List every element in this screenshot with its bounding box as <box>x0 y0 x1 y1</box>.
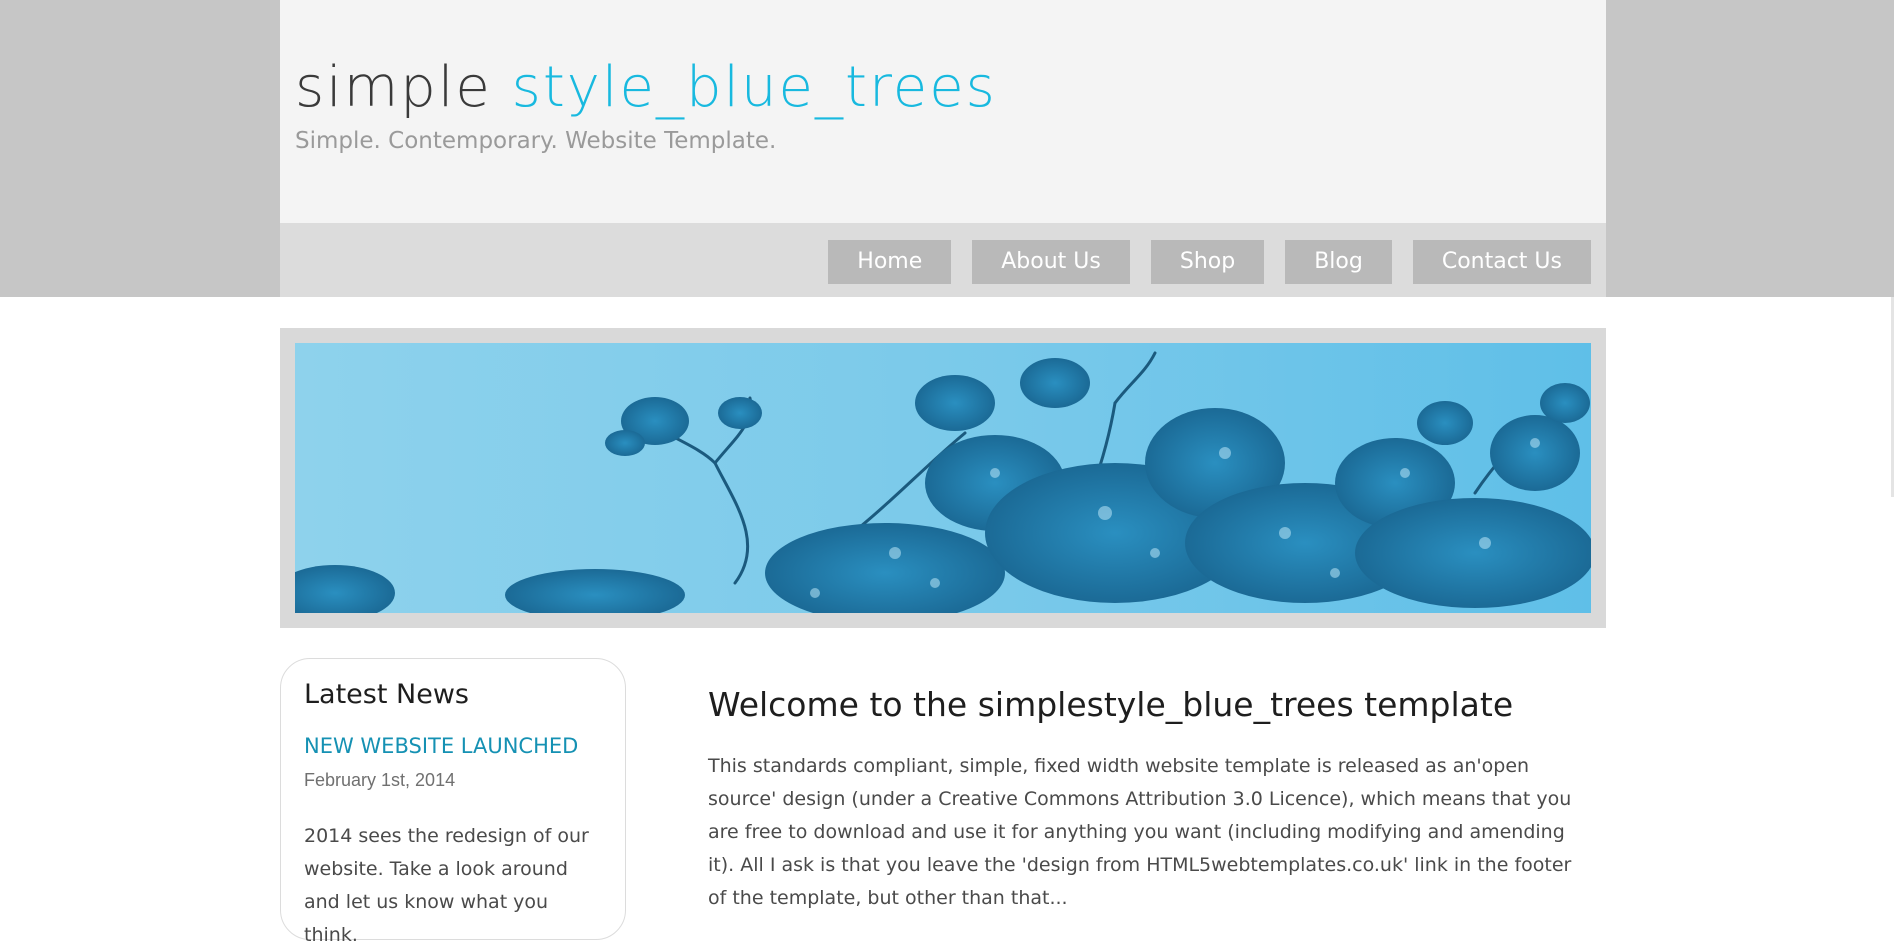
sidebar-heading: Latest News <box>304 679 469 710</box>
menu-item-about-us[interactable]: About Us <box>972 240 1130 284</box>
blue-trees-banner-image <box>295 343 1591 613</box>
menu-item-contact-us[interactable]: Contact Us <box>1412 240 1591 284</box>
menu-item-home[interactable]: Home <box>828 240 952 284</box>
main-content: Welcome to the simplestyle_blue_trees te… <box>708 680 1588 915</box>
news-body: 2014 sees the redesign of our website. T… <box>304 825 589 946</box>
site-header: simple style_blue_trees Simple. Contempo… <box>280 0 1606 223</box>
sidebar-latest-news: Latest News NEW WEBSITE LAUNCHED Februar… <box>280 658 626 946</box>
page-title: Welcome to the simplestyle_blue_trees te… <box>708 685 1514 724</box>
banner-frame <box>280 328 1606 628</box>
menu-item-shop[interactable]: Shop <box>1150 240 1265 284</box>
site-logo[interactable]: simple style_blue_trees <box>295 48 997 128</box>
site-slogan: Simple. Contemporary. Website Template. <box>295 128 777 154</box>
logo-text-simple: simple <box>295 55 512 120</box>
menu-item-blog[interactable]: Blog <box>1285 240 1392 284</box>
menubar: Home About Us Shop Blog Contact Us <box>280 223 1606 297</box>
news-date: February 1st, 2014 <box>304 770 456 790</box>
news-title-link[interactable]: NEW WEBSITE LAUNCHED <box>304 734 578 758</box>
intro-paragraph: This standards compliant, simple, fixed … <box>708 755 1572 909</box>
logo-text-style-blue-trees: style_blue_trees <box>511 55 997 120</box>
main-menu: Home About Us Shop Blog Contact Us <box>828 240 1591 284</box>
